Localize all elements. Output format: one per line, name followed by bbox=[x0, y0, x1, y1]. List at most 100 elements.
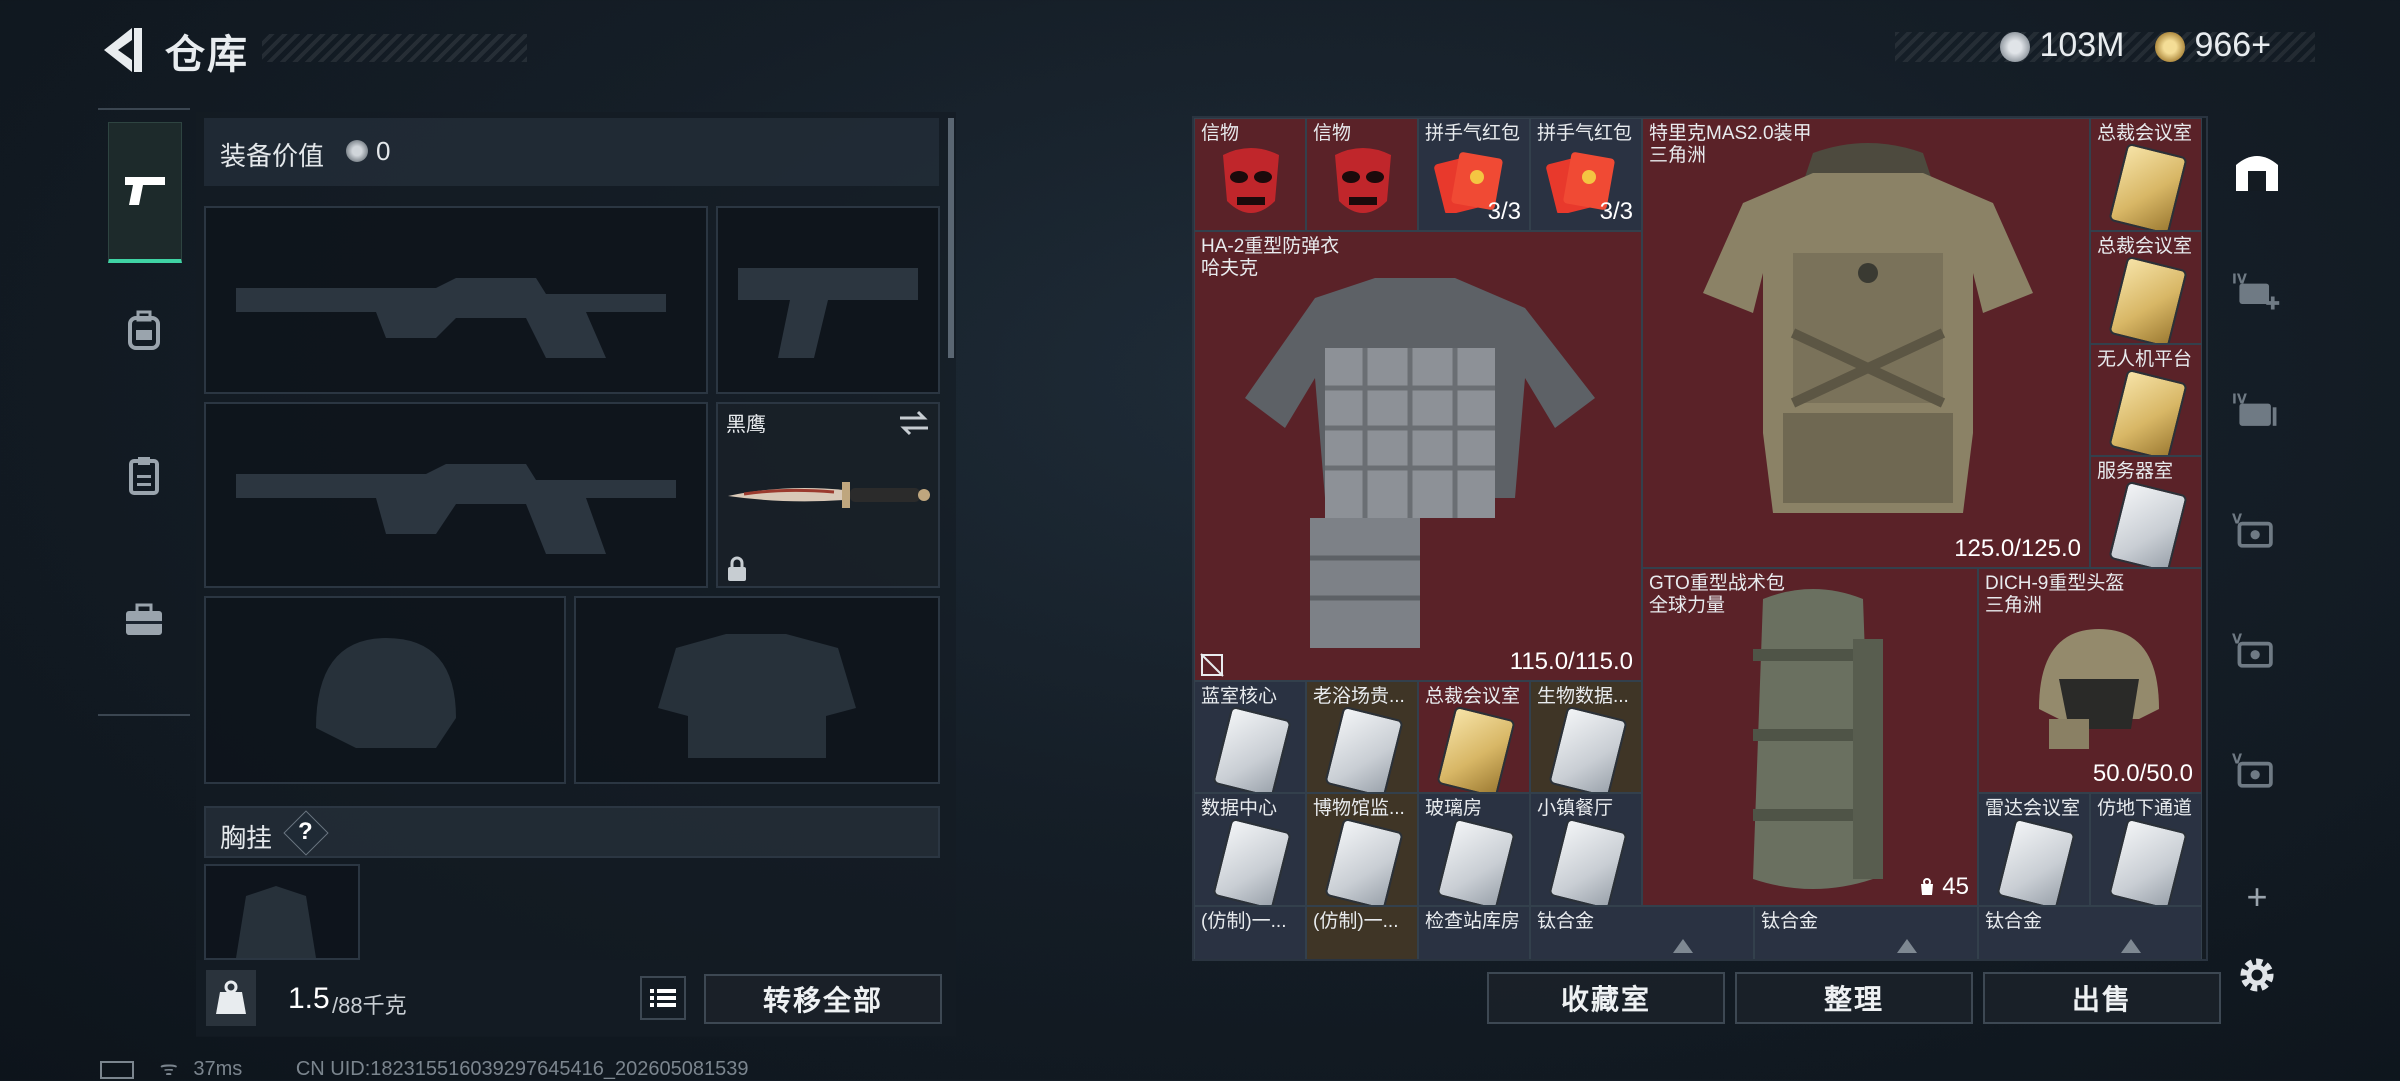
stash-item-keycard[interactable]: 总裁会议室 bbox=[1418, 681, 1530, 793]
kg-weight-icon bbox=[216, 980, 246, 1014]
stash-item-keycard[interactable]: 雷达会议室 bbox=[1978, 793, 2090, 906]
stash-item-keycard[interactable]: 总裁会议室 bbox=[2090, 118, 2202, 231]
stash-item-armor-mas[interactable]: 特里克MAS2.0装甲 三角洲 125.0/125.0 bbox=[1642, 118, 2090, 568]
stash-item-titanium[interactable]: 钛合金 bbox=[1978, 906, 2202, 959]
primary-weapon-slot[interactable] bbox=[204, 206, 708, 394]
camo-armor-icon bbox=[1703, 143, 2033, 513]
bag-capacity-icon bbox=[1920, 878, 1933, 895]
white-keycard-icon bbox=[1436, 817, 1516, 905]
stash-item-backpack-gto[interactable]: GTO重型战术包 全球力量 45 bbox=[1642, 568, 1978, 906]
helmet-slot[interactable] bbox=[204, 596, 566, 784]
rifle-silhouette-icon bbox=[236, 464, 676, 554]
stash-item-keycard[interactable]: 检查站库房 bbox=[1418, 906, 1530, 959]
gold-currency[interactable]: 966+ bbox=[2155, 26, 2271, 65]
chest-rig-label: 胸挂 bbox=[220, 823, 273, 853]
stash-item-titanium[interactable]: 钛合金 bbox=[1530, 906, 1754, 959]
gold-keycard-icon bbox=[1436, 705, 1516, 792]
backpack-icon bbox=[128, 310, 160, 350]
melee-slot[interactable]: 黑鹰 bbox=[716, 402, 940, 588]
stash-item-helmet-dich9[interactable]: DICH-9重型头盔 三角洲 50.0/50.0 bbox=[1978, 568, 2202, 793]
add-currency-button[interactable]: + bbox=[2251, 26, 2271, 64]
collection-room-button[interactable]: 收藏室 bbox=[1487, 972, 1725, 1024]
stash-item-red-envelope[interactable]: 拼手气红包 3/3 bbox=[1418, 118, 1530, 231]
gear-icon bbox=[2240, 958, 2274, 992]
ping-value: 37ms bbox=[193, 1058, 243, 1080]
stash-tab-key-3[interactable]: V bbox=[2232, 746, 2282, 796]
armor-slot[interactable] bbox=[574, 596, 940, 784]
gold-value: 966 bbox=[2194, 26, 2252, 64]
stash-item-keycard[interactable]: (仿制)一... bbox=[1194, 906, 1306, 959]
key-icon: V bbox=[2232, 633, 2273, 668]
briefcase-icon bbox=[126, 603, 162, 635]
card-icon: IV bbox=[2232, 393, 2277, 426]
stash-item-keycard[interactable]: 老浴场贵... bbox=[1306, 681, 1418, 793]
stash-item-armor-ha2[interactable]: HA-2重型防弹衣 哈夫克 115.0/115.0 bbox=[1194, 231, 1642, 681]
category-rail bbox=[98, 108, 190, 716]
white-keycard-icon bbox=[1212, 705, 1292, 792]
silver-value: 103M bbox=[2039, 26, 2125, 64]
sell-button[interactable]: 出售 bbox=[1983, 972, 2221, 1024]
melee-name: 黑鹰 bbox=[726, 414, 766, 436]
stash-item-token[interactable]: 信物 bbox=[1194, 118, 1306, 231]
weight-max: /88千克 bbox=[332, 993, 407, 1018]
stash-item-keycard[interactable]: 生物数据... bbox=[1530, 681, 1642, 793]
back-arrow-icon[interactable] bbox=[96, 22, 146, 78]
silver-coin-icon bbox=[2000, 32, 2030, 63]
stash-tab-card-add[interactable]: IV bbox=[2232, 266, 2282, 316]
swap-icon[interactable] bbox=[898, 408, 930, 438]
list-view-button[interactable] bbox=[640, 976, 686, 1020]
chest-rig-slot[interactable] bbox=[204, 864, 360, 960]
card-add-icon: IV bbox=[2232, 273, 2280, 310]
stash-item-titanium[interactable]: 钛合金 bbox=[1754, 906, 1978, 959]
stash-item-keycard[interactable]: 玻璃房 bbox=[1418, 793, 1530, 906]
stash-item-keycard[interactable]: 总裁会议室 bbox=[2090, 231, 2202, 344]
stash-item-keycard[interactable]: 仿地下通道 bbox=[2090, 793, 2202, 906]
expand-arrow-icon bbox=[2121, 939, 2141, 953]
white-keycard-icon bbox=[1324, 705, 1404, 792]
stash-item-keycard[interactable]: 无人机平台 bbox=[2090, 344, 2202, 456]
stash-item-keycard[interactable]: 服务器室 bbox=[2090, 456, 2202, 568]
add-stash-tab-button[interactable]: + bbox=[2232, 872, 2282, 922]
stash-tab-main[interactable] bbox=[2232, 146, 2282, 196]
page-title: 仓库 bbox=[165, 33, 249, 77]
stash-tab-card[interactable]: IV bbox=[2232, 386, 2282, 436]
status-bar: ᯤ 37ms CN UID:18231551603929764541​6_202… bbox=[100, 1054, 749, 1081]
stash-item-keycard[interactable]: 蓝室核心 bbox=[1194, 681, 1306, 793]
knife-icon bbox=[728, 482, 930, 508]
list-icon bbox=[650, 989, 676, 1007]
stash-item-keycard[interactable]: 数据中心 bbox=[1194, 793, 1306, 906]
stash-grid: 信物 信物 拼手气红包 3/3 拼手气红包 3/3 特里克MAS2.0装甲 三角… bbox=[1192, 116, 2208, 961]
weight-current: 1.5 bbox=[288, 982, 330, 1015]
battery-icon bbox=[100, 1060, 134, 1079]
white-keycard-icon bbox=[1996, 817, 2076, 905]
red-mask-icon bbox=[1223, 148, 1279, 213]
clipboard-icon bbox=[129, 457, 159, 495]
rail-case-tab[interactable] bbox=[108, 560, 180, 680]
stash-item-token[interactable]: 信物 bbox=[1306, 118, 1418, 231]
stash-item-red-envelope[interactable]: 拼手气红包 3/3 bbox=[1530, 118, 1642, 231]
sidearm-slot[interactable] bbox=[716, 206, 940, 394]
grey-armor-icon bbox=[1245, 278, 1595, 648]
chest-rig-silhouette-icon bbox=[236, 886, 316, 958]
stash-item-keycard[interactable]: (仿制)一... bbox=[1306, 906, 1418, 959]
stash-tab-key-2[interactable]: V bbox=[2232, 626, 2282, 676]
key-icon: V bbox=[2232, 753, 2273, 788]
secondary-weapon-slot[interactable] bbox=[204, 402, 708, 588]
stash-item-keycard[interactable]: 博物馆监... bbox=[1306, 793, 1418, 906]
settings-button[interactable] bbox=[2232, 950, 2282, 1000]
rail-weapon-tab[interactable] bbox=[108, 122, 182, 263]
white-keycard-icon bbox=[1548, 817, 1628, 905]
loadout-scrollbar[interactable] bbox=[948, 118, 954, 358]
stash-item-keycard[interactable]: 小镇餐厅 bbox=[1530, 793, 1642, 906]
rail-backpack-tab[interactable] bbox=[108, 270, 180, 390]
sort-button[interactable]: 整理 bbox=[1735, 972, 1973, 1024]
stash-tab-key-1[interactable]: V bbox=[2232, 506, 2282, 556]
rifle-silhouette-icon bbox=[236, 278, 666, 358]
help-icon[interactable]: ? bbox=[298, 818, 313, 846]
pistol-silhouette-icon bbox=[738, 268, 918, 358]
white-keycard-icon bbox=[1324, 817, 1404, 905]
rail-vest-tab[interactable] bbox=[108, 415, 180, 535]
transfer-all-button[interactable]: 转移全部 bbox=[704, 974, 942, 1024]
gold-keycard-icon bbox=[2108, 368, 2188, 455]
title-decoration bbox=[262, 34, 527, 62]
